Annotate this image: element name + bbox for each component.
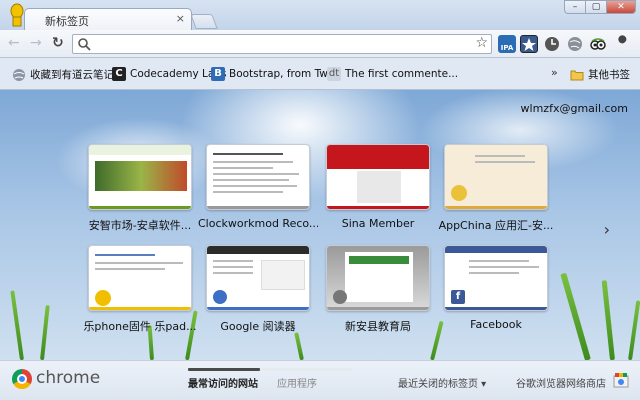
grass-blade — [40, 305, 50, 360]
next-page-arrow-icon[interactable]: › — [604, 220, 610, 239]
grass-blade — [628, 300, 640, 360]
globe-icon — [13, 68, 25, 81]
bookmark-item-codecademy[interactable]: C Codecademy Labs — [112, 67, 226, 81]
tile-label[interactable]: Clockworkmod Reco... — [198, 217, 318, 230]
thumbnail-tile[interactable] — [88, 245, 192, 311]
title-bar: 新标签页 × – ▢ ✕ — [0, 0, 640, 30]
grass-blade — [601, 280, 615, 360]
toolbar: ← → ↻ ☆ IPA — [0, 30, 640, 58]
bookmark-label: The first commente... — [345, 68, 459, 80]
thumbnail-tile[interactable] — [326, 144, 430, 210]
bookmark-label: 收藏到有道云笔记 — [30, 69, 114, 81]
search-icon — [78, 38, 91, 51]
codecademy-icon: C — [112, 67, 126, 81]
bootstrap-icon: B — [211, 67, 225, 81]
clock-extension-icon[interactable] — [543, 35, 561, 53]
web-store-icon[interactable] — [612, 371, 630, 389]
chrome-wordmark: chrome — [36, 368, 101, 388]
thumbnail-tile[interactable] — [206, 245, 310, 311]
grass-blade — [294, 332, 304, 360]
tab-apps[interactable]: 应用程序 — [277, 375, 317, 390]
forward-button[interactable]: → — [30, 35, 42, 51]
wrench-icon[interactable] — [614, 35, 632, 53]
bookmark-star-icon[interactable]: ☆ — [475, 35, 488, 51]
minimize-button[interactable]: – — [564, 0, 586, 14]
tile-label[interactable]: Sina Member — [318, 217, 438, 230]
maximize-button[interactable]: ▢ — [585, 0, 607, 14]
close-button[interactable]: ✕ — [606, 0, 636, 14]
profile-avatar-icon[interactable] — [9, 3, 25, 27]
ipa-extension-icon[interactable]: IPA — [498, 35, 516, 53]
bookmarks-overflow-chevron[interactable]: » — [551, 66, 558, 79]
thumbnail-tile[interactable]: f — [444, 245, 548, 311]
tile-label[interactable]: AppChina 应用汇-安... — [436, 217, 556, 233]
bookmarks-bar: 收藏到有道云笔记 C Codecademy Labs B Bootstrap, … — [0, 58, 640, 90]
tile-accent-bar — [89, 307, 191, 310]
new-tab-button[interactable] — [190, 14, 218, 29]
web-store-link[interactable]: 谷歌浏览器网络商店 — [516, 375, 606, 390]
ntp-footer: chrome 最常访问的网站 应用程序 最近关闭的标签页 ▾ 谷歌浏览器网络商店 — [0, 360, 640, 400]
account-email[interactable]: wlmzfx@gmail.com — [521, 102, 628, 115]
tile-accent-bar — [207, 307, 309, 310]
recently-closed-menu[interactable]: 最近关闭的标签页 ▾ — [398, 375, 486, 390]
bookmark-manager-extension-icon[interactable] — [520, 35, 538, 53]
reload-button[interactable]: ↻ — [52, 35, 64, 51]
thumbnail-tile[interactable] — [206, 144, 310, 210]
new-tab-page: wlmzfx@gmail.com 安智市场-安卓软件... Clockworkm… — [0, 90, 640, 360]
tripadvisor-extension-icon[interactable] — [589, 35, 607, 53]
tile-label[interactable]: 新安县教育局 — [318, 318, 438, 334]
tile-accent-bar — [327, 307, 429, 310]
grass-blade — [560, 272, 591, 360]
bookmark-item-youdao[interactable]: 收藏到有道云笔记 — [12, 67, 114, 82]
thumbnail-tile[interactable] — [88, 144, 192, 210]
bookmark-item-bootstrap[interactable]: B Bootstrap, from Twi... — [211, 67, 341, 81]
chrome-logo-icon — [12, 369, 32, 389]
tile-accent-bar — [445, 206, 547, 209]
tab-most-visited[interactable]: 最常访问的网站 — [188, 375, 258, 390]
other-bookmarks-label: 其他书签 — [588, 69, 630, 81]
window-controls: – ▢ ✕ — [564, 0, 636, 14]
tab-close-icon[interactable]: × — [176, 12, 185, 25]
tile-accent-bar — [89, 206, 191, 209]
address-bar[interactable]: ☆ — [72, 34, 492, 54]
thumbnail-tile[interactable] — [444, 144, 548, 210]
tile-label[interactable]: Facebook — [436, 318, 556, 331]
thumbnail-tile[interactable] — [326, 245, 430, 311]
tab-new-tab[interactable]: 新标签页 × — [24, 8, 192, 30]
folder-icon — [570, 70, 584, 80]
tab-title: 新标签页 — [45, 15, 89, 28]
tile-label[interactable]: 安智市场-安卓软件... — [80, 217, 200, 233]
back-button[interactable]: ← — [8, 35, 20, 51]
bookmark-item-dt[interactable]: dt The first commente... — [327, 67, 458, 81]
globe-extension-icon[interactable] — [566, 35, 584, 53]
grass-blade — [10, 290, 24, 360]
tile-accent-bar — [445, 307, 547, 310]
tile-accent-bar — [327, 206, 429, 209]
dt-icon: dt — [327, 67, 341, 81]
tile-accent-bar — [207, 206, 309, 209]
tile-label[interactable]: Google 阅读器 — [198, 318, 318, 334]
bookmark-label: Bootstrap, from Twi... — [229, 68, 341, 80]
section-indicator-active — [188, 368, 260, 371]
tile-label[interactable]: 乐phone固件 乐pad... — [80, 318, 200, 334]
other-bookmarks-button[interactable]: 其他书签 — [570, 67, 630, 82]
